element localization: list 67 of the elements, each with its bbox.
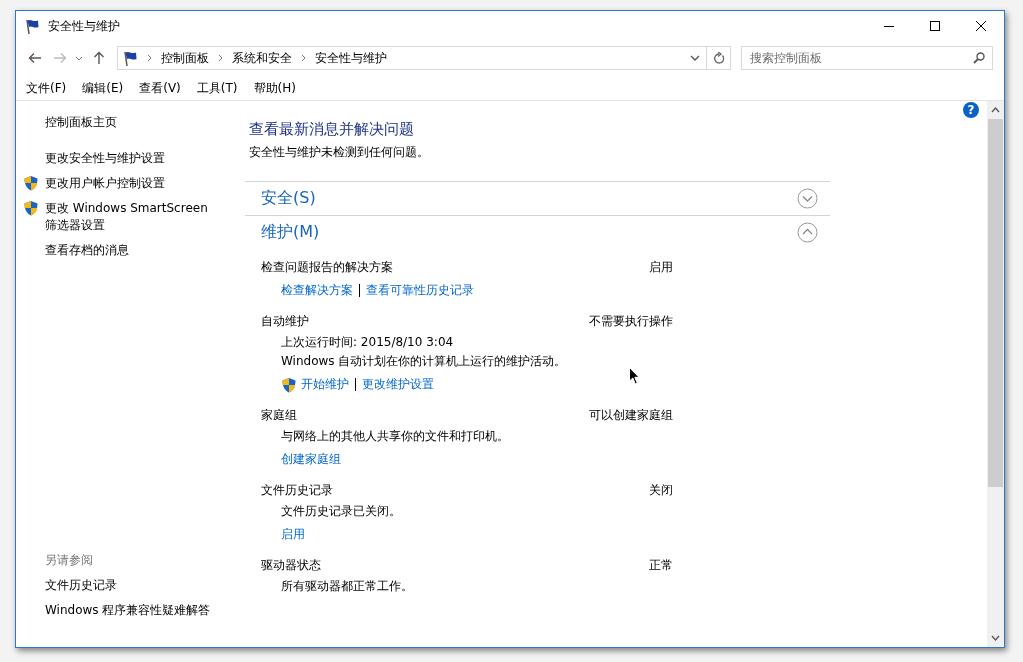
- back-arrow-icon: [27, 52, 42, 64]
- flag-icon: [24, 17, 40, 35]
- section-header[interactable]: 安全(S): [261, 188, 316, 209]
- item-description: 所有驱动器都正常工作。: [281, 578, 414, 595]
- item-name: 自动维护: [261, 313, 309, 330]
- chevron-right-icon: [218, 54, 223, 62]
- expand-icon[interactable]: [797, 188, 818, 209]
- section-header[interactable]: 维护(M): [261, 222, 320, 243]
- sidebar-link[interactable]: Windows 程序兼容性疑难解答: [45, 602, 219, 619]
- item-description: 文件历史记录已关闭。: [281, 503, 402, 520]
- action-link[interactable]: 创建家庭组: [281, 451, 341, 468]
- item-status: 可以创建家庭组: [589, 407, 673, 424]
- item-name: 文件历史记录: [261, 482, 333, 499]
- item-status: 关闭: [649, 482, 673, 499]
- chevron-down-icon: [690, 55, 700, 61]
- sidebar-link[interactable]: 控制面板主页: [45, 114, 219, 131]
- action-link[interactable]: 开始维护: [301, 376, 349, 393]
- chevron-right-icon: [301, 54, 306, 62]
- see-also-heading: 另请参阅: [45, 552, 94, 569]
- scrollbar[interactable]: [987, 101, 1004, 647]
- search-icon: [973, 52, 985, 64]
- menu-item[interactable]: 查看(V): [139, 79, 181, 97]
- close-icon: [976, 21, 986, 31]
- action-link[interactable]: 启用: [281, 526, 305, 543]
- item-status: 正常: [649, 557, 673, 574]
- forward-arrow-icon: [52, 52, 67, 64]
- breadcrumb-item[interactable]: 控制面板: [161, 49, 209, 67]
- item-description: Windows 自动计划在你的计算机上运行的维护活动。: [281, 353, 568, 370]
- item-status: 不需要执行操作: [589, 313, 673, 330]
- action-link[interactable]: 检查解决方案: [281, 282, 353, 299]
- sidebar-link[interactable]: 更改用户帐户控制设置: [45, 175, 165, 192]
- sidebar-link[interactable]: 查看存档的消息: [45, 242, 129, 259]
- item-status: 启用: [649, 259, 673, 276]
- sidebar-link[interactable]: 文件历史记录: [45, 577, 219, 594]
- refresh-icon: [712, 51, 725, 65]
- scroll-up-icon[interactable]: [991, 107, 1000, 113]
- search-field[interactable]: 搜索控制面板: [741, 46, 993, 70]
- mouse-pointer-icon: [629, 367, 640, 385]
- item-description: 上次运行时间: 2015/8/10 3:04: [281, 334, 455, 351]
- menu-item[interactable]: 帮助(H): [253, 79, 296, 97]
- summary-text: 安全性与维护未检测到任何问题。: [249, 144, 430, 161]
- sidebar-link[interactable]: 更改安全性与维护设置: [45, 150, 165, 167]
- item-name: 检查问题报告的解决方案: [261, 259, 393, 276]
- menu-item[interactable]: 文件(F): [26, 79, 67, 97]
- address-bar[interactable]: 控制面板 系统和安全 安全性与维护: [117, 46, 707, 70]
- chevron-right-icon: [147, 54, 152, 62]
- scrollbar-thumb[interactable]: [988, 119, 1003, 487]
- chevron-down-icon: [75, 55, 83, 61]
- flag-icon: [122, 49, 138, 67]
- sidebar-link[interactable]: 更改 Windows SmartScreen 筛选器设置: [45, 200, 219, 234]
- action-link[interactable]: 更改维护设置: [362, 376, 434, 393]
- page-heading: 查看最新消息并解决问题: [249, 119, 415, 139]
- action-link[interactable]: 查看可靠性历史记录: [366, 282, 474, 299]
- item-description: 与网络上的其他人共享你的文件和打印机。: [281, 428, 510, 445]
- item-name: 家庭组: [261, 407, 297, 424]
- up-arrow-icon: [92, 51, 105, 65]
- scroll-down-icon[interactable]: [991, 635, 1000, 641]
- maximize-icon: [930, 21, 940, 31]
- breadcrumb-item[interactable]: 系统和安全: [232, 49, 292, 67]
- item-name: 驱动器状态: [261, 557, 321, 574]
- menu-item[interactable]: 工具(T): [196, 79, 238, 97]
- collapse-icon[interactable]: [797, 222, 818, 243]
- window-title: 安全性与维护: [48, 17, 120, 35]
- refresh-button[interactable]: [707, 46, 731, 70]
- menu-item[interactable]: 编辑(E): [82, 79, 124, 97]
- help-button[interactable]: ?: [963, 102, 979, 118]
- breadcrumb-item[interactable]: 安全性与维护: [315, 49, 387, 67]
